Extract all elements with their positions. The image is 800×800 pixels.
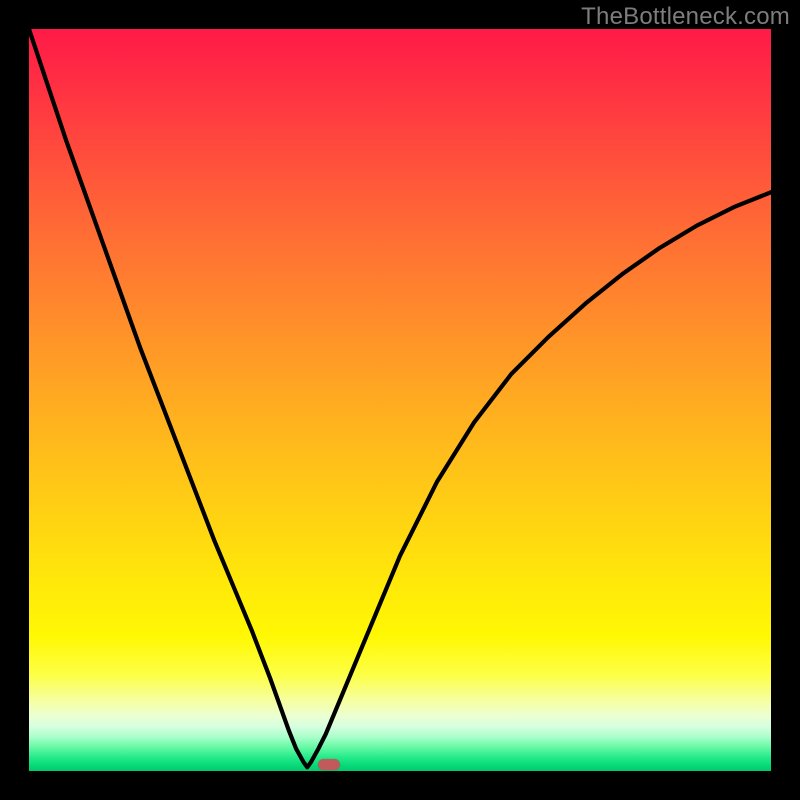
optimal-point-marker bbox=[318, 759, 340, 770]
bottleneck-curve bbox=[29, 29, 771, 771]
watermark-text: TheBottleneck.com bbox=[581, 3, 790, 31]
chart-frame: TheBottleneck.com bbox=[0, 0, 800, 800]
plot-area bbox=[29, 29, 771, 771]
